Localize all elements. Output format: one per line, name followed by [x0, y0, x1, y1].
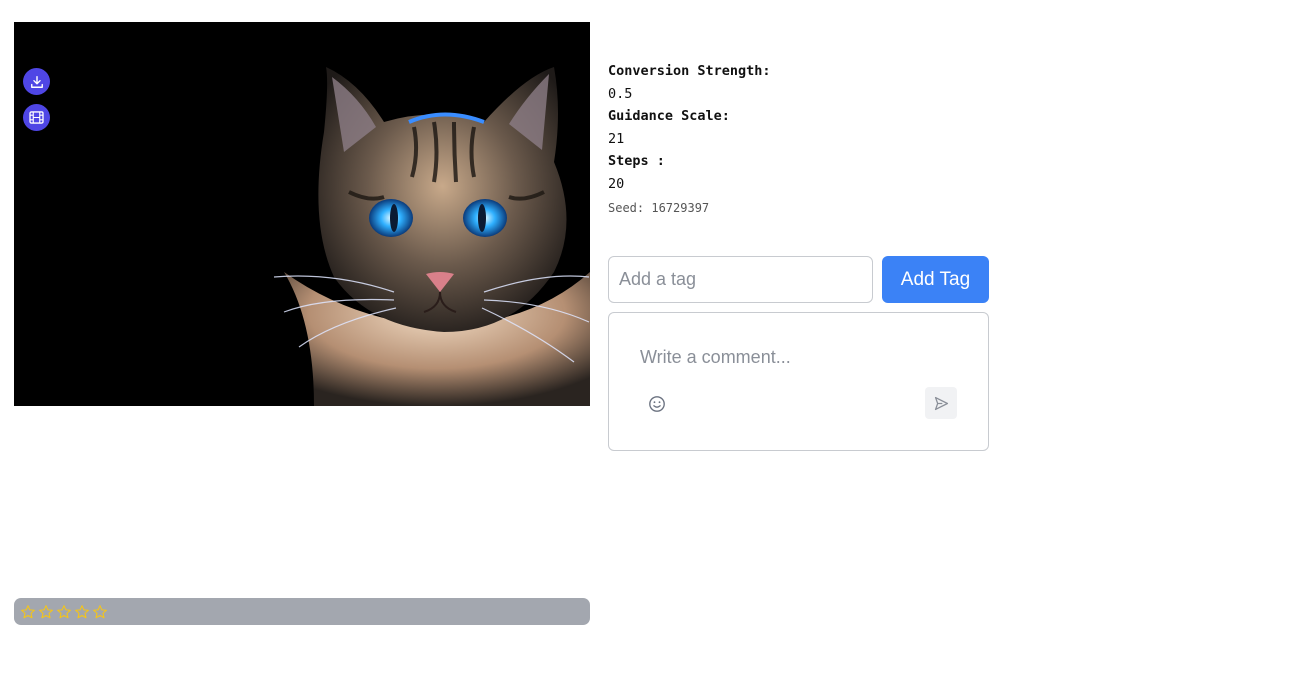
- download-button[interactable]: [23, 68, 50, 95]
- guidance-scale-label: Guidance Scale:: [608, 108, 730, 124]
- send-comment-button[interactable]: [925, 387, 957, 419]
- cat-artwork: [14, 22, 590, 406]
- star-icon[interactable]: [56, 604, 72, 620]
- conversion-strength-label: Conversion Strength:: [608, 63, 771, 79]
- conversion-strength-value: 0.5: [608, 85, 633, 102]
- star-icon[interactable]: [20, 604, 36, 620]
- star-icon[interactable]: [38, 604, 54, 620]
- steps-value: 20: [608, 175, 625, 192]
- emoji-button[interactable]: [646, 393, 668, 415]
- comment-input[interactable]: [640, 347, 960, 368]
- generation-params: Conversion Strength: 0.5 Guidance Scale:…: [608, 60, 771, 215]
- tag-input[interactable]: [608, 256, 873, 303]
- star-icon[interactable]: [92, 604, 108, 620]
- comment-box: [608, 312, 989, 451]
- smile-icon: [649, 396, 665, 412]
- generated-image: [14, 22, 590, 406]
- film-icon: [29, 111, 44, 124]
- add-tag-button[interactable]: Add Tag: [882, 256, 989, 303]
- page: Conversion Strength: 0.5 Guidance Scale:…: [0, 0, 1292, 675]
- send-icon: [934, 396, 948, 410]
- seed-text: Seed: 16729397: [608, 201, 710, 215]
- star-icon[interactable]: [74, 604, 90, 620]
- video-button[interactable]: [23, 104, 50, 131]
- rating-bar: [14, 598, 590, 625]
- steps-label: Steps :: [608, 153, 665, 169]
- download-icon: [30, 75, 43, 88]
- guidance-scale-value: 21: [608, 130, 625, 147]
